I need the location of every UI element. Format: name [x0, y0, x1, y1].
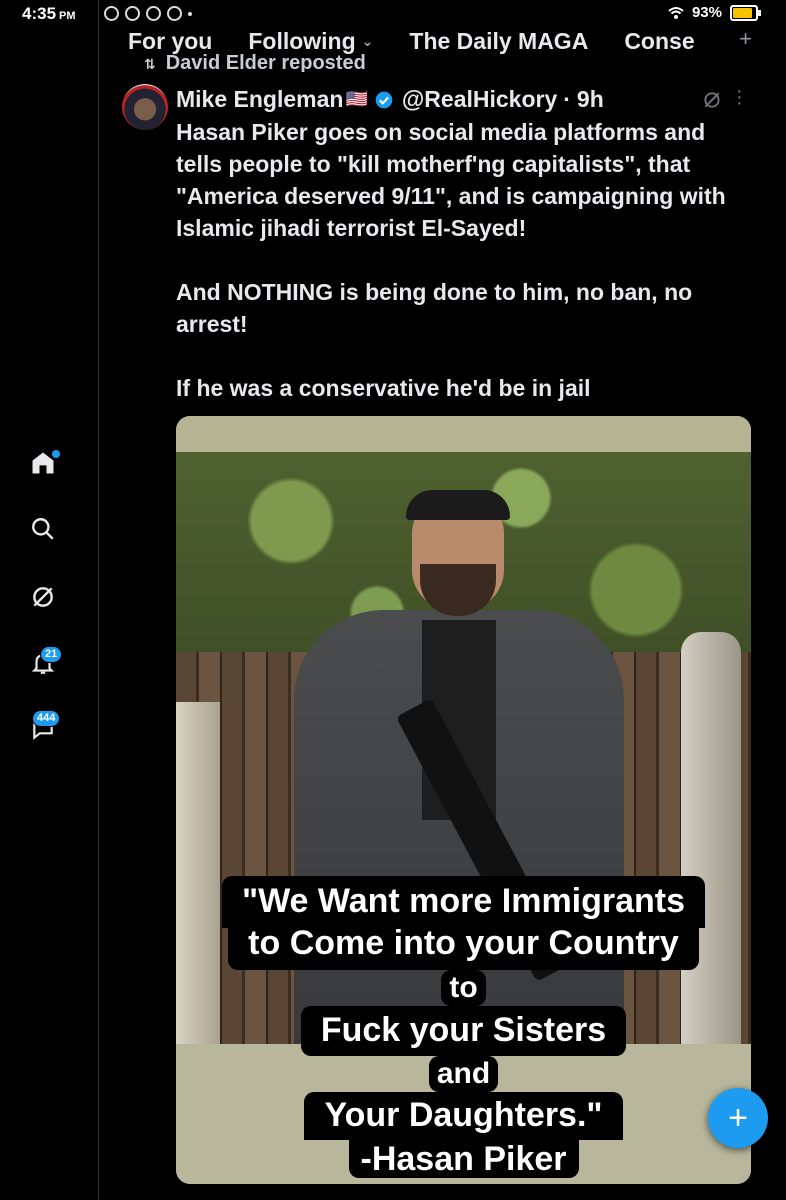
repost-header[interactable]: ⇅ David Elder reposted — [144, 52, 366, 72]
more-options-icon[interactable]: · · · — [736, 81, 743, 113]
grok-icon[interactable] — [702, 90, 722, 110]
plus-icon: + — [728, 1099, 748, 1137]
wifi-icon — [668, 6, 684, 19]
navigation-rail: 21 444 — [0, 28, 92, 1200]
post-paragraph: If he was a conservative he'd be in jail — [176, 375, 591, 401]
grok-icon[interactable] — [28, 582, 58, 612]
verified-badge-icon — [375, 91, 393, 108]
flag-emoji: 🇺🇸 — [345, 89, 368, 109]
tab-the-daily-maga[interactable]: The Daily MAGA — [409, 26, 588, 56]
add-tab-button[interactable]: + — [739, 26, 752, 52]
system-indicators: 93% — [668, 4, 761, 21]
messages-badge: 444 — [32, 710, 61, 727]
post-paragraph: Hasan Piker goes on social media platfor… — [176, 119, 726, 241]
image-caption: "We Want more Immigrants to Come into yo… — [176, 876, 751, 1178]
post-time[interactable]: 9h — [577, 86, 604, 113]
post-image[interactable]: "We Want more Immigrants to Come into yo… — [176, 416, 751, 1184]
post-text: Hasan Piker goes on social media platfor… — [176, 116, 756, 436]
caption-line: Your Daughters." — [304, 1092, 623, 1140]
battery-icon — [730, 4, 761, 21]
search-icon[interactable] — [28, 514, 58, 544]
post-paragraph: And NOTHING is being done to him, no ban… — [176, 279, 693, 337]
battery-percent: 93% — [691, 4, 722, 21]
caption-line: -Hasan Piker — [348, 1140, 579, 1178]
caption-line: to — [441, 970, 486, 1006]
tab-conservative[interactable]: Conse — [624, 26, 694, 56]
caption-line: "We Want more Immigrants — [221, 876, 706, 928]
caption-line: Fuck your Sisters — [300, 1006, 627, 1056]
post-header: Mike Engleman 🇺🇸 @RealHickory · 9h — [176, 86, 604, 113]
chevron-down-icon: ⌄ — [361, 32, 374, 49]
caption-line: to Come into your Country — [228, 922, 699, 970]
home-unread-dot — [52, 450, 60, 458]
column-divider — [98, 0, 99, 1200]
notification-icons — [104, 6, 192, 21]
caption-line: and — [428, 1056, 499, 1092]
status-bar: 4:35 PM 93% — [0, 0, 786, 28]
clock: 4:35 PM — [22, 4, 76, 23]
compose-button[interactable]: + — [708, 1088, 768, 1148]
notifications-badge: 21 — [40, 646, 63, 663]
author-handle[interactable]: @RealHickory — [402, 86, 557, 113]
author-name[interactable]: Mike Engleman — [176, 86, 343, 113]
repost-icon: ⇅ — [144, 56, 156, 72]
tab-fade — [698, 26, 738, 56]
author-avatar[interactable] — [122, 84, 168, 130]
